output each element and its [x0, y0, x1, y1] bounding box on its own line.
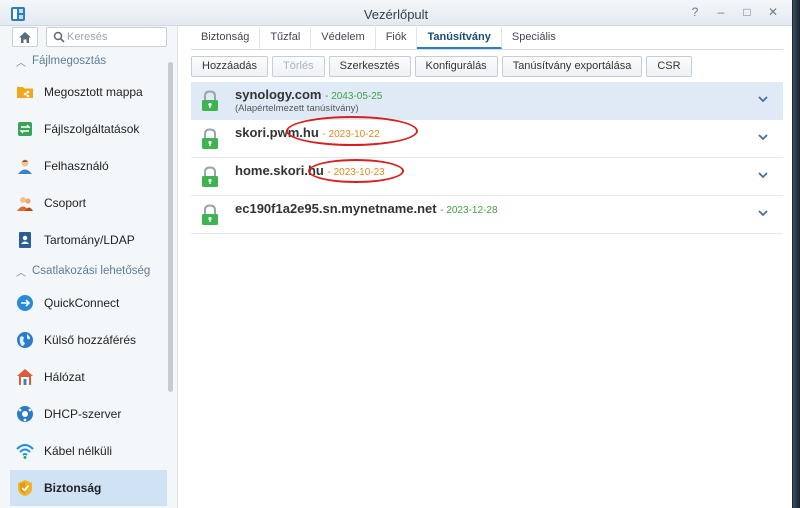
export-certificate-button[interactable]: Tanúsítvány exportálása: [501, 56, 643, 77]
user-icon: [18, 159, 32, 174]
tab-certificate[interactable]: Tanúsítvány: [417, 27, 502, 49]
sidebar-item-wireless[interactable]: Kábel nélküli: [10, 433, 167, 469]
shared-folder-icon: [17, 87, 33, 98]
tab-bar: Biztonság Tűzfal Védelem Fiók Tanúsítván…: [191, 26, 566, 50]
certificate-row[interactable]: ec190f1a2e95.sn.mynetname.net - 2023-12-…: [191, 196, 783, 234]
domain-icon: [19, 232, 31, 248]
shield-icon: [18, 480, 32, 496]
sidebar: ︿ Fájlmegosztás Megosztott mappa Fájlszo…: [0, 26, 178, 508]
file-services-icon: [18, 122, 32, 136]
edit-button[interactable]: Szerkesztés: [328, 56, 411, 77]
certificate-title: ec190f1a2e95.sn.mynetname.net - 2023-12-…: [235, 201, 498, 216]
sidebar-item-network[interactable]: Hálózat: [10, 359, 167, 395]
sidebar-item-group[interactable]: Csoport: [10, 185, 167, 221]
certificate-row[interactable]: skori.pwm.hu - 2023-10-22: [191, 116, 783, 158]
toolbar: Hozzáadás Törlés Szerkesztés Konfigurálá…: [191, 56, 692, 77]
search-icon: [53, 31, 65, 43]
lock-icon: [202, 128, 218, 149]
title-bar[interactable]: Vezérlőpult ? – □ ✕: [0, 0, 792, 26]
sidebar-item-file-services[interactable]: Fájlszolgáltatások: [10, 111, 167, 147]
help-button[interactable]: ?: [688, 5, 702, 19]
desktop-background: [793, 0, 800, 508]
certificate-row[interactable]: home.skori.hu - 2023-10-23: [191, 158, 783, 196]
sidebar-item-external-access[interactable]: Külső hozzáférés: [10, 322, 167, 358]
sidebar-item-label: QuickConnect: [44, 296, 120, 310]
certificate-row[interactable]: synology.com - 2043-05-25 (Alapértelmeze…: [191, 82, 783, 120]
sidebar-item-label: Biztonság: [44, 481, 102, 495]
certificate-expiry: 2023-12-28: [446, 205, 498, 216]
certificate-name: ec190f1a2e95.sn.mynetname.net: [235, 201, 437, 216]
tab-divider: [191, 49, 783, 50]
control-panel-window: Vezérlőpult ? – □ ✕ ︿ Fájlmegosztás: [0, 0, 792, 508]
lock-icon: [202, 166, 218, 187]
close-button[interactable]: ✕: [766, 5, 780, 19]
chevron-up-icon: ︿: [16, 57, 26, 69]
sidebar-item-domain-ldap[interactable]: Tartomány/LDAP: [10, 222, 167, 258]
window-title: Vezérlőpult: [363, 7, 429, 22]
tab-protection[interactable]: Védelem: [311, 27, 376, 49]
sidebar-item-label: Kábel nélküli: [44, 444, 113, 458]
chevron-up-icon: ︿: [16, 267, 26, 279]
maximize-button[interactable]: □: [740, 5, 754, 19]
globe-icon: [17, 332, 33, 348]
sidebar-item-label: Csoport: [44, 196, 87, 210]
tab-advanced[interactable]: Speciális: [502, 27, 566, 49]
section-label: Csatlakozási lehetőség: [32, 265, 151, 277]
chevron-down-icon[interactable]: [757, 93, 769, 105]
house-icon: [17, 369, 33, 385]
minimize-button[interactable]: –: [714, 5, 728, 19]
certificate-note: (Alapértelmezett tanúsítvány): [235, 103, 359, 114]
tab-firewall[interactable]: Tűzfal: [260, 27, 312, 49]
annotation-circle: [308, 159, 404, 183]
sidebar-item-shared-folder[interactable]: Megosztott mappa: [10, 74, 167, 110]
configure-button[interactable]: Konfigurálás: [414, 56, 498, 77]
sidebar-item-label: Megosztott mappa: [44, 85, 143, 99]
add-button[interactable]: Hozzáadás: [191, 56, 269, 77]
wifi-icon: [16, 444, 34, 459]
annotation-circle: [286, 116, 418, 146]
sidebar-item-security[interactable]: Biztonság: [10, 470, 167, 506]
sidebar-item-user[interactable]: Felhasználó: [10, 148, 167, 184]
sidebar-item-label: Tartomány/LDAP: [44, 233, 135, 247]
chevron-down-icon[interactable]: [757, 131, 769, 143]
sidebar-item-label: DHCP-szerver: [44, 407, 122, 421]
tab-security[interactable]: Biztonság: [191, 27, 261, 49]
tab-account[interactable]: Fiók: [376, 27, 418, 49]
certificate-name: synology.com: [235, 87, 322, 102]
delete-button[interactable]: Törlés: [272, 56, 325, 77]
chevron-down-icon[interactable]: [757, 169, 769, 181]
sidebar-item-label: Felhasználó: [44, 159, 109, 173]
home-button[interactable]: [12, 27, 38, 47]
certificate-expiry: 2043-05-25: [331, 91, 383, 102]
section-connectivity[interactable]: ︿ Csatlakozási lehetőség: [0, 260, 168, 282]
certificate-title: synology.com - 2043-05-25: [235, 87, 383, 102]
search-field[interactable]: [46, 27, 167, 47]
section-file-sharing[interactable]: ︿ Fájlmegosztás: [0, 50, 168, 72]
csr-button[interactable]: CSR: [646, 56, 692, 77]
sidebar-item-dhcp-server[interactable]: DHCP-szerver: [10, 396, 167, 432]
quickconnect-icon: [17, 295, 33, 311]
sidebar-item-label: Fájlszolgáltatások: [44, 122, 140, 136]
sidebar-item-quickconnect[interactable]: QuickConnect: [10, 285, 167, 321]
dhcp-icon: [17, 406, 33, 422]
sidebar-item-label: Külső hozzáférés: [44, 333, 137, 347]
search-input[interactable]: [67, 30, 163, 44]
sidebar-item-label: Hálózat: [44, 370, 85, 384]
group-icon: [17, 197, 33, 211]
lock-icon: [202, 204, 218, 225]
section-label: Fájlmegosztás: [32, 55, 107, 67]
lock-icon: [202, 90, 218, 111]
sidebar-scrollbar[interactable]: [168, 62, 173, 392]
certificate-list: synology.com - 2043-05-25 (Alapértelmeze…: [191, 82, 783, 234]
main-panel: Biztonság Tűzfal Védelem Fiók Tanúsítván…: [179, 26, 792, 508]
chevron-down-icon[interactable]: [757, 207, 769, 219]
home-icon: [19, 31, 31, 43]
